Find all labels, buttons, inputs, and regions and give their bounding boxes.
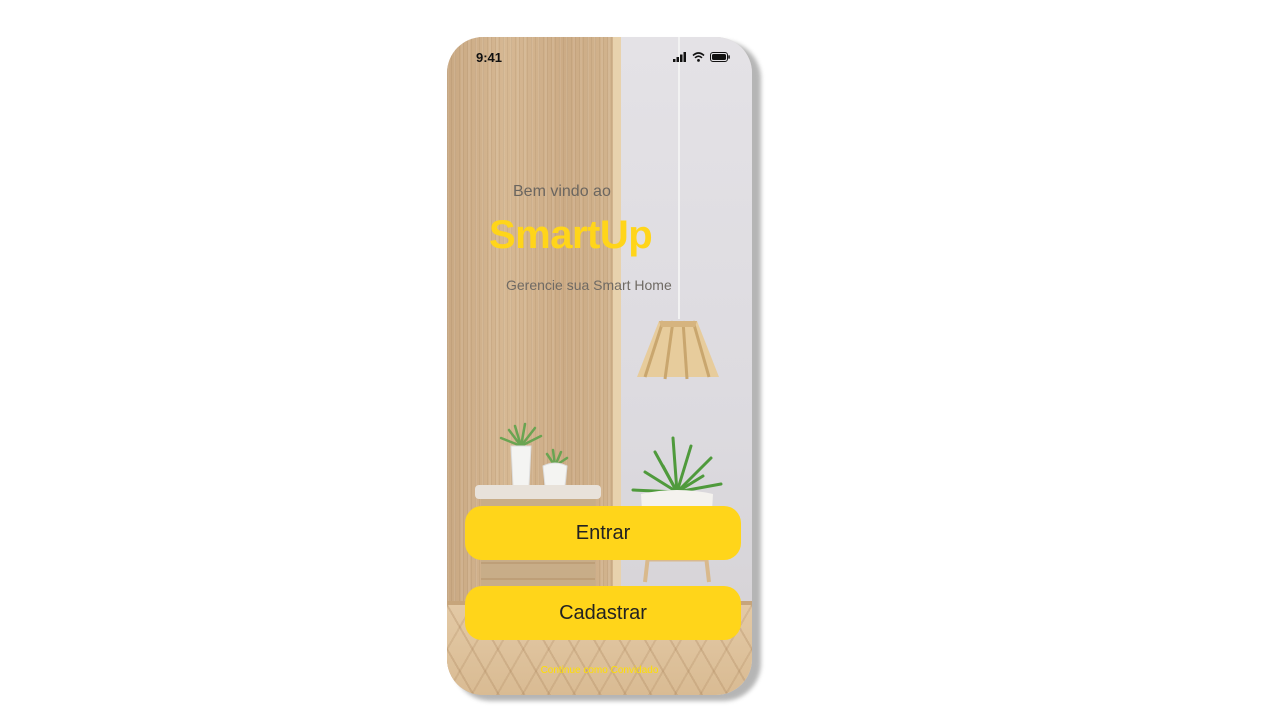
signal-icon	[673, 52, 686, 62]
pendant-lamp-image	[637, 320, 719, 380]
status-bar: 9:41	[447, 37, 752, 77]
login-button[interactable]: Entrar	[465, 506, 741, 560]
battery-icon	[710, 52, 730, 62]
app-tagline: Gerencie sua Smart Home	[506, 277, 672, 293]
phone-screen: 9:41 Bem vindo ao SmartUp Gerencie sua S…	[447, 37, 752, 695]
status-icons	[673, 51, 730, 63]
wifi-icon	[692, 52, 705, 62]
signup-button[interactable]: Cadastrar	[465, 586, 741, 640]
lamp-cord	[678, 37, 680, 319]
welcome-text: Bem vindo ao	[513, 183, 611, 200]
status-time: 9:41	[476, 50, 503, 65]
app-title: SmartUp	[489, 213, 653, 257]
continue-as-guest-link[interactable]: Continue como Convidado	[447, 665, 752, 676]
potted-plants-image	[499, 422, 569, 489]
